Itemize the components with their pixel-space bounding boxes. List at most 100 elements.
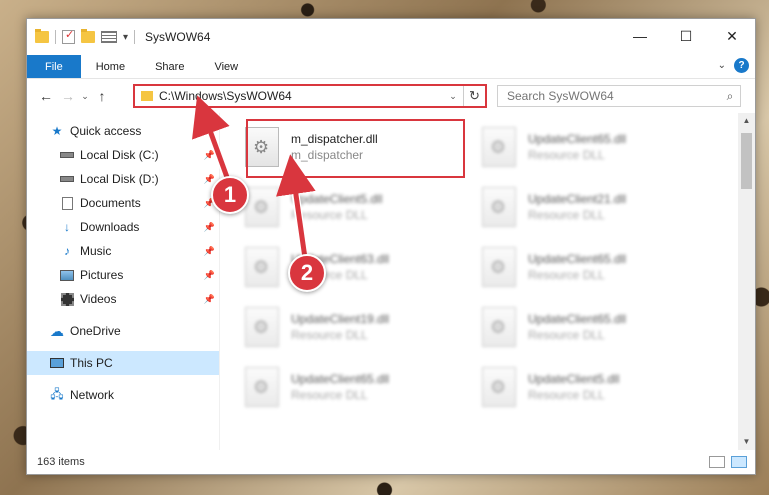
pin-icon[interactable]: 📌 bbox=[204, 294, 215, 305]
tab-home[interactable]: Home bbox=[81, 55, 140, 78]
search-box[interactable]: ⌕ bbox=[497, 85, 741, 107]
status-bar: 163 items bbox=[27, 450, 755, 474]
expand-ribbon-icon[interactable]: ⌄ bbox=[718, 60, 726, 71]
file-item[interactable]: UpdateClient19.dll Resource DLL bbox=[245, 299, 467, 355]
dll-file-icon bbox=[245, 367, 279, 407]
dll-file-icon bbox=[482, 127, 516, 167]
sidebar-item-label: Network bbox=[70, 388, 115, 402]
drive-icon bbox=[59, 172, 75, 186]
pin-icon[interactable]: 📌 bbox=[204, 222, 215, 233]
dll-file-icon bbox=[482, 187, 516, 227]
videos-icon bbox=[59, 292, 75, 306]
content-area: ★ Quick access Local Disk (C:) 📌 Local D… bbox=[27, 113, 755, 450]
scroll-thumb[interactable] bbox=[741, 133, 752, 189]
close-button[interactable]: ✕ bbox=[709, 19, 755, 53]
details-view-icon[interactable] bbox=[709, 456, 725, 468]
new-folder-icon[interactable] bbox=[81, 29, 95, 43]
folder-icon[interactable] bbox=[35, 29, 49, 43]
toolbar-divider bbox=[55, 30, 56, 44]
documents-icon bbox=[59, 196, 75, 210]
scroll-down-icon[interactable]: ▼ bbox=[738, 434, 755, 450]
sidebar-item-this-pc[interactable]: This PC bbox=[27, 351, 219, 375]
file-item[interactable]: UpdateClient65.dll Resource DLL bbox=[482, 239, 704, 295]
sidebar-item-onedrive[interactable]: ☁ OneDrive bbox=[27, 319, 219, 343]
recent-locations-icon[interactable]: ⌄ bbox=[79, 91, 91, 102]
file-item[interactable]: UpdateClient65.dll Resource DLL bbox=[482, 119, 704, 175]
help-icon[interactable]: ? bbox=[734, 58, 749, 73]
scroll-up-icon[interactable]: ▲ bbox=[738, 113, 755, 129]
downloads-icon: ↓ bbox=[64, 220, 70, 234]
forward-arrow-icon[interactable]: → bbox=[57, 88, 79, 104]
file-highlight-box bbox=[246, 119, 465, 178]
file-type: Resource DLL bbox=[291, 328, 368, 342]
drive-icon bbox=[59, 148, 75, 162]
file-type: Resource DLL bbox=[528, 328, 605, 342]
pin-icon[interactable]: 📌 bbox=[204, 150, 215, 161]
step-1-badge: 1 bbox=[211, 176, 249, 214]
sidebar-item-music[interactable]: ♪ Music 📌 bbox=[27, 239, 219, 263]
sidebar-item-label: Pictures bbox=[80, 268, 124, 282]
up-arrow-icon[interactable]: ↑ bbox=[91, 88, 113, 104]
sidebar-item-label: Documents bbox=[80, 196, 141, 210]
tab-file[interactable]: File bbox=[27, 55, 81, 78]
computer-icon bbox=[49, 356, 65, 370]
view-options-icon[interactable] bbox=[101, 31, 117, 43]
file-item[interactable]: UpdateClient5.dll Resource DLL bbox=[245, 179, 467, 235]
sidebar-item-quick-access[interactable]: ★ Quick access bbox=[27, 119, 219, 143]
sidebar-item-label: Videos bbox=[80, 292, 117, 306]
file-name: UpdateClient5.dll bbox=[528, 372, 620, 386]
sidebar-item-local-disk-d[interactable]: Local Disk (D:) 📌 bbox=[27, 167, 219, 191]
large-icons-view-icon[interactable] bbox=[731, 456, 747, 468]
pin-icon[interactable]: 📌 bbox=[204, 270, 215, 281]
network-icon: 🖧 bbox=[50, 386, 64, 401]
minimize-button[interactable]: — bbox=[617, 19, 663, 53]
address-dropdown-icon[interactable]: ⌄ bbox=[443, 91, 463, 102]
sidebar-item-label: Downloads bbox=[80, 220, 140, 234]
dll-file-icon bbox=[245, 247, 279, 287]
view-toggle bbox=[709, 456, 747, 468]
sidebar-item-documents[interactable]: Documents 📌 bbox=[27, 191, 219, 215]
tab-view[interactable]: View bbox=[199, 55, 253, 78]
dll-file-icon bbox=[482, 307, 516, 347]
pin-icon[interactable]: 📌 bbox=[204, 246, 215, 257]
navigation-pane: ★ Quick access Local Disk (C:) 📌 Local D… bbox=[27, 113, 220, 450]
pictures-icon bbox=[59, 268, 75, 282]
customize-toolbar-icon[interactable]: ▾ bbox=[123, 32, 128, 43]
ribbon-tabs: File Home Share View ⌄ ? bbox=[27, 55, 755, 79]
step-2-badge: 2 bbox=[288, 254, 326, 292]
quick-access-toolbar: ▾ bbox=[27, 28, 136, 44]
tab-share[interactable]: Share bbox=[140, 55, 199, 78]
pin-icon[interactable]: 📌 bbox=[204, 174, 215, 185]
properties-check-icon[interactable] bbox=[62, 28, 75, 44]
caption-buttons: — ☐ ✕ bbox=[617, 19, 755, 53]
sidebar-item-label: Music bbox=[80, 244, 112, 258]
sidebar-item-network[interactable]: 🖧 Network bbox=[27, 383, 219, 407]
file-item[interactable]: UpdateClient65.dll Resource DLL bbox=[245, 359, 467, 415]
sidebar-item-pictures[interactable]: Pictures 📌 bbox=[27, 263, 219, 287]
sidebar-item-label: This PC bbox=[70, 356, 113, 370]
sidebar-item-videos[interactable]: Videos 📌 bbox=[27, 287, 219, 311]
file-item[interactable]: UpdateClient5.dll Resource DLL bbox=[482, 359, 704, 415]
maximize-button[interactable]: ☐ bbox=[663, 19, 709, 53]
back-arrow-icon[interactable]: ← bbox=[35, 88, 57, 104]
file-item[interactable]: UpdateClient63.dllResource DLL bbox=[245, 239, 467, 295]
sidebar-item-local-disk-c[interactable]: Local Disk (C:) 📌 bbox=[27, 143, 219, 167]
dll-file-icon bbox=[482, 247, 516, 287]
search-input[interactable] bbox=[507, 89, 720, 103]
vertical-scrollbar[interactable]: ▲ ▼ bbox=[738, 113, 755, 450]
ribbon-right-controls: ⌄ ? bbox=[718, 58, 749, 73]
sidebar-item-label: Quick access bbox=[70, 124, 142, 138]
address-path[interactable]: C:\Windows\SysWOW64 bbox=[159, 89, 443, 103]
file-type: Resource DLL bbox=[291, 208, 368, 222]
file-item[interactable]: UpdateClient21.dll Resource DLL bbox=[482, 179, 704, 235]
address-bar[interactable]: C:\Windows\SysWOW64 ⌄ ↻ bbox=[133, 84, 487, 108]
search-icon[interactable]: ⌕ bbox=[720, 89, 740, 104]
file-type: Resource DLL bbox=[528, 148, 605, 162]
refresh-icon[interactable]: ↻ bbox=[463, 86, 485, 106]
file-type: Resource DLL bbox=[528, 268, 605, 282]
file-item[interactable]: UpdateClient65.dll Resource DLL bbox=[482, 299, 704, 355]
music-icon: ♪ bbox=[64, 244, 70, 258]
dll-file-icon bbox=[245, 187, 279, 227]
sidebar-item-downloads[interactable]: ↓ Downloads 📌 bbox=[27, 215, 219, 239]
